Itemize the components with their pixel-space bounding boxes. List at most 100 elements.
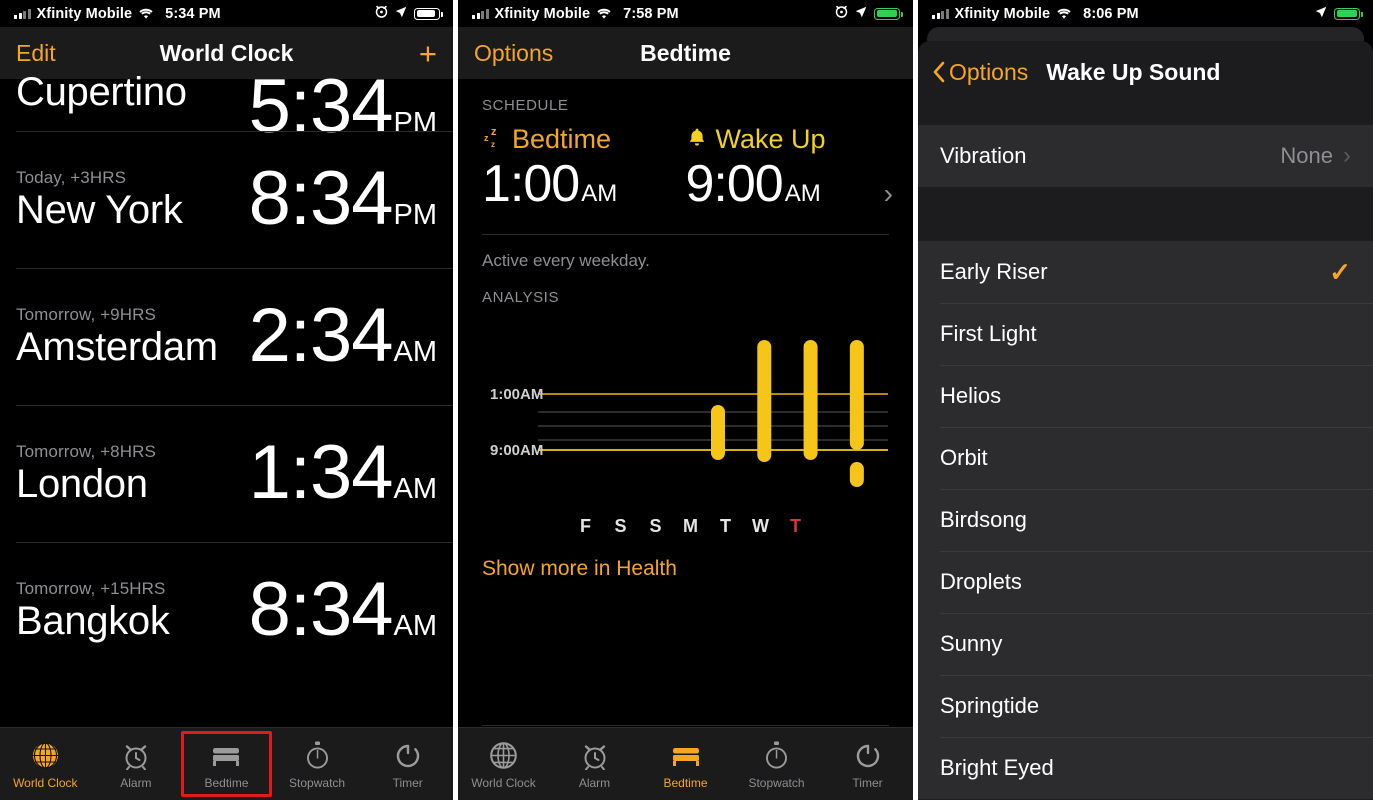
signal-bars-icon [932,8,949,19]
svg-text:z: z [491,140,495,148]
tab-label: Stopwatch [748,775,805,790]
svg-text:9:00AM: 9:00AM [490,442,543,459]
schedule-section-header: SCHEDULE [482,97,569,114]
tab-stopwatch[interactable]: Stopwatch [272,728,363,800]
panel-wake-up-sound: Xfinity Mobile 8:06 PM Options Wake Up S… [918,0,1373,800]
status-time: 8:06 PM [1083,5,1139,22]
show-more-in-health-link[interactable]: Show more in Health [458,537,913,581]
list-item[interactable]: Tomorrow, +8HRS London 1:34 AM [0,405,453,542]
chevron-left-icon [933,61,945,83]
tab-alarm[interactable]: Alarm [91,728,182,800]
wake-up-sound-sheet: Options Wake Up Sound Vibration None › E… [918,41,1373,800]
sound-label: Orbit [940,445,988,470]
wifi-icon [1056,8,1072,20]
alarm-clock-icon [578,739,612,773]
panel-bedtime: Xfinity Mobile 7:58 PM Options Bedtime S… [458,0,913,800]
carrier-label: Xfinity Mobile [954,5,1051,22]
tab-label: Bedtime [663,775,708,790]
tab-timer[interactable]: Timer [362,728,453,800]
status-time: 5:34 PM [165,5,221,22]
sleep-chart-svg: 1:00AM 9:00AM [490,339,888,487]
bedtime-schedule-card[interactable]: zzz Bedtime 1:00 AM Wake Up 9:00 AM › [458,124,913,212]
bedtime-column[interactable]: zzz Bedtime 1:00 AM [482,124,686,212]
nav-bar-bedtime: Options Bedtime [458,27,913,79]
sheet-backdrop [927,27,1364,41]
vibration-row[interactable]: Vibration None › [918,125,1373,187]
alarm-icon [375,5,388,22]
sound-option-row[interactable]: Orbit [918,427,1373,489]
sound-option-row[interactable]: Helios [918,365,1373,427]
nav-bar-wake-up-sound: Options Wake Up Sound [918,41,1373,103]
sound-label: Early Riser [940,259,1048,284]
tab-label: Alarm [578,775,611,790]
tab-alarm[interactable]: Alarm [549,728,640,800]
tab-timer[interactable]: Timer [822,728,913,800]
globe-icon [28,739,62,773]
list-item[interactable]: Tomorrow, +9HRS Amsterdam 2:34 AM [0,268,453,405]
wifi-icon [138,8,154,20]
chevron-right-icon[interactable]: › [884,178,893,210]
list-item[interactable]: Tomorrow, +15HRS Bangkok 8:34 AM [0,542,453,679]
timer-icon [851,739,885,773]
stopwatch-icon [760,739,794,773]
wifi-icon [596,8,612,20]
tab-world-clock[interactable]: World Clock [458,728,549,800]
city-ampm: AM [393,610,438,643]
options-button[interactable]: Options [474,40,553,67]
bed-icon [209,739,243,773]
tab-bedtime[interactable]: Bedtime [640,728,731,800]
alarm-clock-icon [119,739,153,773]
sound-option-row[interactable]: Springtide [918,675,1373,737]
sound-options-list: Early Riser ✓ First Light Helios Orbit B… [918,241,1373,799]
back-label: Options [949,58,1029,85]
status-bar-world-clock: Xfinity Mobile 5:34 PM [0,0,453,27]
city-ampm: AM [393,473,438,506]
back-to-options-button[interactable]: Options [932,59,1028,86]
bedtime-value: 1:00 [482,155,580,213]
city-offset: Tomorrow, +8HRS [16,442,156,461]
list-item[interactable]: Cupertino 5:34 PM [0,68,453,144]
sound-option-row[interactable]: Birdsong [918,489,1373,551]
list-item[interactable]: Today, +3HRS New York 8:34 PM [0,131,453,268]
page-title: Wake Up Sound [1046,58,1221,85]
sound-label: Springtide [940,693,1040,718]
tab-bedtime[interactable]: Bedtime [181,728,272,800]
status-bar-wake-up-sound: Xfinity Mobile 8:06 PM [918,0,1373,27]
city-time: 1:34 [248,430,394,516]
wakeup-label: Wake Up [715,124,826,154]
sound-option-row[interactable]: Early Riser ✓ [918,241,1373,303]
tab-world-clock[interactable]: World Clock [0,728,91,800]
timer-icon [391,739,425,773]
city-name: London [16,462,148,506]
edit-button[interactable]: Edit [16,40,56,67]
spacer [918,103,1373,125]
stopwatch-icon [300,739,334,773]
sound-option-row[interactable]: First Light [918,303,1373,365]
wakeup-ampm: AM [784,180,821,207]
add-city-button[interactable]: + [419,38,437,69]
carrier-label: Xfinity Mobile [36,5,133,22]
city-time: 2:34 [248,293,394,379]
tab-bar-world-clock: World Clock Alarm Bedtime Stopwatch Time… [0,727,453,800]
signal-bars-icon [472,8,489,19]
tab-label: Bedtime [204,775,249,790]
sound-option-row[interactable]: Sunny [918,613,1373,675]
location-arrow-icon [395,6,407,22]
chevron-right-icon: › [1343,142,1351,169]
sound-option-row[interactable]: Droplets [918,551,1373,613]
location-arrow-icon [1315,6,1327,22]
svg-text:1:00AM: 1:00AM [490,386,543,403]
sound-label: Birdsong [940,507,1027,532]
city-ampm: PM [393,199,438,232]
wakeup-column[interactable]: Wake Up 9:00 AM [686,124,890,212]
bedtime-ampm: AM [581,180,618,207]
panel-world-clock: Xfinity Mobile 5:34 PM Edit World Clock … [0,0,453,800]
tab-stopwatch[interactable]: Stopwatch [731,728,822,800]
three-panel-screenshot: Xfinity Mobile 5:34 PM Edit World Clock … [0,0,1375,800]
tab-bar-bedtime: World Clock Alarm Bedtime Stopwatch Time… [458,727,913,800]
tab-label: Alarm [120,775,152,790]
tab-label: World Clock [13,775,78,790]
sound-option-row[interactable]: Bright Eyed [918,737,1373,799]
city-offset: Tomorrow, +9HRS [16,305,156,324]
svg-text:z: z [484,133,489,143]
